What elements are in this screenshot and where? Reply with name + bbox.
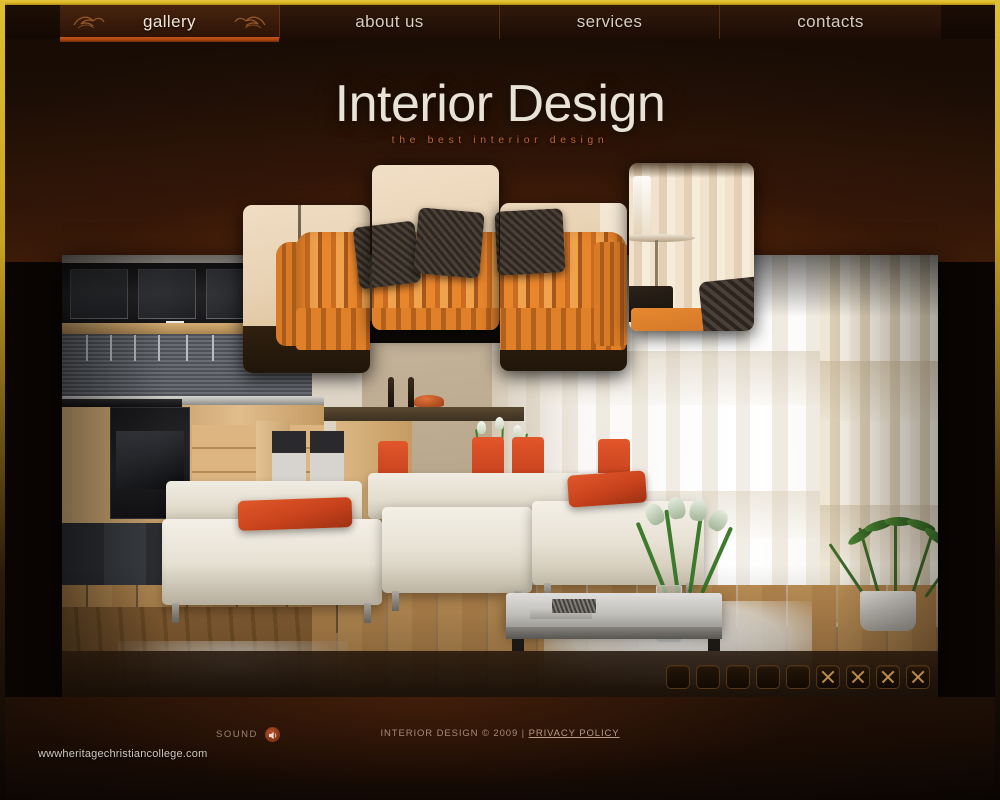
nav-item-services[interactable]: services: [500, 5, 720, 39]
nav-item-about-us-label: about us: [355, 12, 424, 31]
floral-ornament-icon: [233, 12, 267, 32]
pager-button-5[interactable]: [786, 665, 810, 689]
nav-item-services-label: services: [576, 12, 643, 31]
gallery-pager: [666, 665, 930, 689]
copyright-bar: INTERIOR DESIGN © 2009 | PRIVACY POLICY: [0, 728, 1000, 739]
frame-border-top: [0, 0, 1000, 5]
pager-button-4[interactable]: [756, 665, 780, 689]
sofa-chaise-left: [162, 519, 382, 605]
pager-button-1[interactable]: [666, 665, 690, 689]
orange-cushion-left: [237, 497, 353, 531]
nav-right-filler: [941, 5, 1000, 39]
site-watermark: wwwheritagechristiancollege.com: [38, 748, 208, 760]
nav-item-contacts[interactable]: contacts: [720, 5, 941, 39]
copyright-text: INTERIOR DESIGN © 2009 |: [380, 728, 526, 739]
nav-item-about-us[interactable]: about us: [280, 5, 500, 39]
orange-cushion-right: [566, 470, 648, 508]
pager-button-9[interactable]: [906, 665, 930, 689]
nav-item-gallery-label: gallery: [143, 12, 196, 31]
floral-ornament-icon: [72, 12, 106, 32]
pager-button-2[interactable]: [696, 665, 720, 689]
page-tagline: the best interior design: [391, 134, 609, 146]
sofa-seat-middle: [382, 507, 532, 593]
page-root: gallery about us services contacts Inter…: [0, 0, 1000, 800]
gallery-thumbnail-4[interactable]: [629, 163, 754, 331]
page-title: Interior Design: [334, 75, 666, 133]
table-plant: [632, 495, 750, 594]
gallery-thumbnail-3[interactable]: [500, 203, 627, 371]
frame-border-right: [995, 0, 1000, 800]
main-navigation: gallery about us services contacts: [0, 5, 941, 42]
nav-item-contacts-label: contacts: [797, 12, 864, 31]
page-title-block: Interior Design the best interior design: [0, 78, 1000, 146]
nav-item-gallery[interactable]: gallery: [60, 5, 280, 42]
nav-left-spacer: [0, 5, 60, 39]
gallery-thumbnail-1[interactable]: [243, 205, 370, 373]
potted-palm: [828, 513, 938, 598]
pager-button-3[interactable]: [726, 665, 750, 689]
pager-button-7[interactable]: [846, 665, 870, 689]
frame-border-left: [0, 0, 5, 800]
privacy-policy-link[interactable]: PRIVACY POLICY: [529, 728, 620, 739]
gallery-thumbnail-2[interactable]: [372, 165, 499, 330]
pager-button-8[interactable]: [876, 665, 900, 689]
pager-button-6[interactable]: [816, 665, 840, 689]
